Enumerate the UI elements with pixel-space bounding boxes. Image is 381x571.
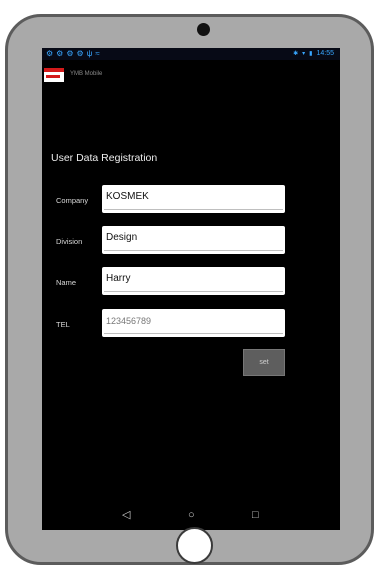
navigation-bar: ◁ ○ □: [42, 502, 340, 530]
notification-icon: ⚙: [56, 49, 64, 58]
usb-icon: ψ: [86, 49, 93, 58]
device-screen: ⚙ ⚙ ⚙ ⚙ ψ ≈ ✱ ▾ ▮ 14:55 YMB Mobile User …: [42, 48, 340, 530]
company-input[interactable]: KOSMEK: [102, 185, 285, 213]
name-input[interactable]: Harry: [102, 267, 285, 295]
company-label: Company: [56, 196, 89, 205]
tel-input[interactable]: 123456789: [102, 309, 285, 337]
division-input[interactable]: Design: [102, 226, 285, 254]
recents-icon[interactable]: □: [252, 508, 259, 522]
notification-icon: ⚙: [46, 49, 54, 58]
status-notifications: ⚙ ⚙ ⚙ ⚙ ψ ≈: [46, 49, 100, 59]
camera-icon: [197, 23, 210, 36]
home-button[interactable]: [176, 527, 213, 564]
clock: 14:55: [316, 50, 334, 57]
set-button[interactable]: set: [243, 349, 285, 376]
app-bar: YMB Mobile: [42, 62, 340, 82]
division-label: Division: [56, 237, 83, 246]
app-logo: [44, 68, 64, 82]
home-icon[interactable]: ○: [188, 508, 195, 522]
status-bar: ⚙ ⚙ ⚙ ⚙ ψ ≈ ✱ ▾ ▮ 14:55: [42, 48, 340, 60]
wifi-signal-icon: ▾: [302, 51, 306, 57]
form-title: User Data Registration: [51, 152, 158, 164]
bluetooth-icon: ✱: [293, 51, 299, 57]
name-label: Name: [56, 278, 77, 287]
notification-icon: ⚙: [66, 49, 74, 58]
battery-icon: ▮: [309, 51, 313, 57]
status-system: ✱ ▾ ▮ 14:55: [293, 49, 334, 59]
tel-label: TEL: [56, 320, 70, 329]
notification-icon: ⚙: [76, 49, 84, 58]
app-title: YMB Mobile: [70, 71, 103, 77]
back-icon[interactable]: ◁: [122, 508, 130, 522]
wifi-icon: ≈: [95, 49, 100, 58]
